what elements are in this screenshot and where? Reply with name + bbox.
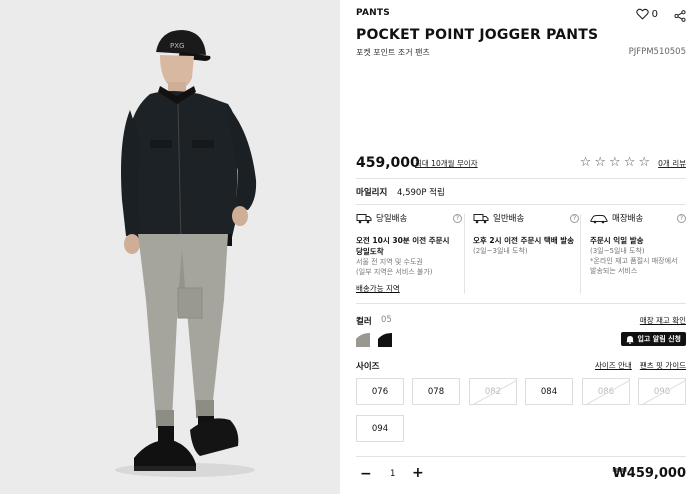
color-label: 컬러 xyxy=(356,317,372,327)
star-icon: ☆ xyxy=(623,155,636,170)
color-swatch-gray[interactable] xyxy=(356,333,370,347)
star-icon: ☆ xyxy=(594,155,607,170)
shipping-area-link[interactable]: 배송가능 지역 xyxy=(356,283,400,294)
heart-icon xyxy=(635,8,649,20)
shipping-sub-line: *온라인 재고 품절시 매장에서 xyxy=(590,257,678,265)
store-stock-link[interactable]: 매장 재고 확인 xyxy=(640,315,686,326)
shipping-sub-line: 발송되는 서비스 xyxy=(590,267,638,275)
share-button[interactable] xyxy=(674,7,686,26)
shipping-main-line: 주문시 익일 발송 xyxy=(590,236,644,245)
shipping-sub-line: (일부 지역은 서비스 불가) xyxy=(356,268,433,276)
store-car-icon xyxy=(590,214,608,223)
shipping-option-store: 매장배송 ? 주문시 익일 발송 (3일~5일내 도착) *온라인 재고 품절시… xyxy=(590,212,686,294)
bell-icon xyxy=(626,335,635,344)
reviews-link[interactable]: 0개 리뷰 xyxy=(658,158,686,169)
size-guide-link[interactable]: 사이즈 안내 xyxy=(595,360,632,371)
category-label[interactable]: PANTS xyxy=(356,8,390,18)
shipping-sub-line: (3일~5일내 도착) xyxy=(590,247,645,255)
shipping-main-line: 오후 2시 이전 주문시 택배 발송 xyxy=(473,236,575,245)
product-image[interactable]: PXG xyxy=(0,0,340,494)
star-icon: ☆ xyxy=(579,155,592,170)
divider xyxy=(356,204,686,205)
divider xyxy=(464,214,465,294)
shipping-sub-line: 서울 전 지역 및 수도권 xyxy=(356,258,423,266)
like-button[interactable]: 0 xyxy=(635,8,658,20)
help-icon[interactable]: ? xyxy=(453,213,462,223)
mileage-value: 4,590P 적립 xyxy=(397,188,445,198)
size-label: 사이즈 xyxy=(356,362,380,372)
share-icon xyxy=(674,10,686,22)
shipping-main-line: 오전 10시 30분 이전 주문시 xyxy=(356,236,450,245)
fit-guide-link[interactable]: 팬츠 핏 가이드 xyxy=(640,360,686,371)
truck-icon xyxy=(473,213,489,223)
product-info-panel: PANTS 0 POCKET POINT JOGGER PANTS 포켓 포인트… xyxy=(356,0,686,494)
shipping-title: 당일배송 xyxy=(376,214,408,224)
product-price: 459,000 xyxy=(356,155,420,171)
color-swatch-black[interactable] xyxy=(378,333,392,347)
size-option-082: 082 xyxy=(469,378,517,405)
total-price: ₩459,000 xyxy=(612,466,686,481)
same-day-truck-icon xyxy=(356,213,372,223)
star-icon: ☆ xyxy=(638,155,650,170)
shipping-sub-line: (2일~3일내 도착) xyxy=(473,247,528,255)
like-count: 0 xyxy=(651,8,658,20)
shipping-title: 일반배송 xyxy=(493,214,525,224)
size-option-086: 086 xyxy=(582,378,630,405)
rating-stars: ☆ ☆ ☆ ☆ ☆ xyxy=(580,155,650,170)
shipping-title: 매장배송 xyxy=(612,214,644,224)
divider xyxy=(356,456,686,457)
installment-link[interactable]: 최대 10개월 무이자 xyxy=(415,158,478,169)
size-option-078[interactable]: 078 xyxy=(412,378,460,405)
quantity-value[interactable]: 1 xyxy=(390,469,395,479)
size-links: 사이즈 안내 팬츠 핏 가이드 xyxy=(595,360,686,371)
size-option-076[interactable]: 076 xyxy=(356,378,404,405)
divider xyxy=(580,214,581,294)
svg-text:PXG: PXG xyxy=(170,42,184,50)
size-option-084[interactable]: 084 xyxy=(525,378,573,405)
restock-alert-button[interactable]: 입고 알림 신청 xyxy=(621,332,686,346)
quantity-minus-button[interactable]: − xyxy=(360,466,372,482)
help-icon[interactable]: ? xyxy=(677,213,686,223)
quantity-plus-button[interactable]: + xyxy=(412,465,424,481)
star-icon: ☆ xyxy=(609,155,621,170)
help-icon[interactable]: ? xyxy=(570,213,579,223)
shipping-main-line: 당일도착 xyxy=(356,247,384,256)
shipping-option-standard: 일반배송 ? 오후 2시 이전 주문시 택배 발송 (2일~3일내 도착) xyxy=(473,212,579,294)
product-subtitle: 포켓 포인트 조거 팬츠 xyxy=(356,48,430,57)
product-code: PJFPM510505 xyxy=(628,47,686,57)
divider xyxy=(356,178,686,179)
divider xyxy=(356,303,686,304)
restock-alert-label: 입고 알림 신청 xyxy=(637,335,681,343)
mileage-label: 마일리지 xyxy=(356,188,388,198)
product-title: POCKET POINT JOGGER PANTS xyxy=(356,27,599,43)
color-code: 05 xyxy=(381,315,392,325)
shipping-option-same-day: 당일배송 ? 오전 10시 30분 이전 주문시 당일도착 서울 전 지역 및 … xyxy=(356,212,462,294)
size-option-094[interactable]: 094 xyxy=(356,415,404,442)
size-option-090: 090 xyxy=(638,378,686,405)
